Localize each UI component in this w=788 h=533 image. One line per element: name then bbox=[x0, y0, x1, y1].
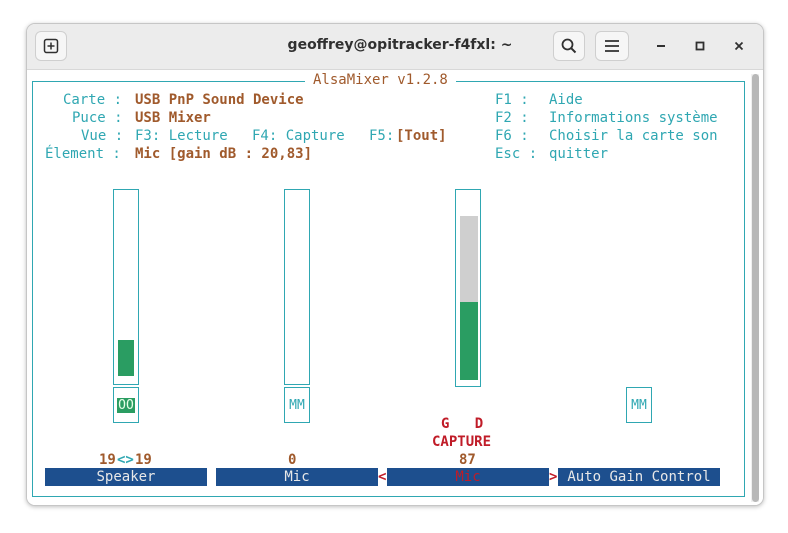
terminal-window: geoffrey@opitracker-f4fxl: ~ AlsaMixer v… bbox=[26, 23, 764, 506]
help-label-quitter: quitter bbox=[549, 146, 609, 162]
vue-key: Vue : bbox=[81, 128, 124, 144]
minimize-icon bbox=[657, 45, 665, 47]
puce-key: Puce : bbox=[72, 110, 123, 126]
help-label-choisir: Choisir la carte son bbox=[549, 128, 718, 144]
speaker-value-sep: <> bbox=[117, 452, 134, 468]
mic-playback-label[interactable]: Mic bbox=[216, 468, 378, 486]
mic-capture-name-label[interactable]: Mic bbox=[387, 468, 549, 486]
help-label-aide: Aide bbox=[549, 92, 583, 108]
auto-gain-switch-state: MM bbox=[631, 397, 647, 413]
title-bar: geoffrey@opitracker-f4fxl: ~ bbox=[27, 24, 763, 70]
auto-gain-switch[interactable]: MM bbox=[626, 387, 652, 423]
help-key-f2: F2 : bbox=[495, 110, 529, 126]
maximize-button[interactable] bbox=[691, 37, 709, 55]
hamburger-menu-icon bbox=[605, 40, 619, 52]
puce-value: USB Mixer bbox=[135, 110, 211, 126]
mic-playback-switch[interactable]: MM bbox=[284, 387, 310, 423]
vue-f5: F5: bbox=[369, 128, 395, 144]
new-tab-icon bbox=[43, 38, 59, 54]
window-title: geoffrey@opitracker-f4fxl: ~ bbox=[287, 37, 513, 53]
search-button[interactable] bbox=[553, 31, 585, 61]
mic-capture-label: CAPTURE bbox=[432, 434, 492, 450]
speaker-volume-bar[interactable] bbox=[113, 189, 139, 385]
new-tab-button[interactable] bbox=[35, 31, 67, 61]
speaker-value-right: 19 bbox=[135, 452, 152, 468]
search-icon bbox=[561, 38, 577, 54]
mic-capture-value: 87 bbox=[459, 452, 476, 468]
vue-f5-value: [Tout] bbox=[396, 128, 447, 144]
mic-playback-switch-state: MM bbox=[289, 397, 305, 413]
speaker-volume-fill bbox=[118, 340, 134, 376]
element-value: Mic [gain dB : 20,83] bbox=[135, 146, 313, 162]
auto-gain-label[interactable]: Auto Gain Control bbox=[558, 468, 720, 486]
mic-playback-value: 0 bbox=[288, 452, 297, 468]
help-key-f6: F6 : bbox=[495, 128, 529, 144]
help-key-esc: Esc : bbox=[495, 146, 538, 162]
close-icon bbox=[734, 41, 744, 51]
vue-f4: F4: Capture bbox=[252, 128, 345, 144]
maximize-icon bbox=[695, 41, 705, 51]
help-key-f1: F1 : bbox=[495, 92, 529, 108]
element-key: Élement : bbox=[45, 146, 121, 162]
speaker-switch[interactable]: OO bbox=[113, 387, 139, 423]
terminal-area[interactable]: AlsaMixer v1.2.8 Carte : USB PnP Sound D… bbox=[27, 70, 763, 505]
speaker-value-left: 19 bbox=[99, 452, 116, 468]
mic-capture-flags: G D bbox=[441, 416, 484, 432]
minimize-button[interactable] bbox=[652, 37, 670, 55]
carte-value: USB PnP Sound Device bbox=[135, 92, 304, 108]
carte-key: Carte : bbox=[63, 92, 123, 108]
mic-capture-volume-fill bbox=[460, 302, 478, 380]
selection-marker-right: > bbox=[549, 469, 558, 485]
help-label-informations: Informations système bbox=[549, 110, 718, 126]
close-button[interactable] bbox=[730, 37, 748, 55]
selection-marker-left: < bbox=[378, 469, 387, 485]
speaker-label[interactable]: Speaker bbox=[45, 468, 207, 486]
menu-button[interactable] bbox=[595, 31, 629, 61]
vue-f3: F3: Lecture bbox=[135, 128, 228, 144]
alsamixer-title: AlsaMixer v1.2.8 bbox=[305, 72, 456, 88]
mic-capture-volume-bar[interactable] bbox=[455, 189, 481, 387]
scrollbar-thumb[interactable] bbox=[752, 74, 759, 502]
speaker-switch-state: OO bbox=[117, 397, 135, 413]
mic-playback-volume-bar[interactable] bbox=[284, 189, 310, 385]
